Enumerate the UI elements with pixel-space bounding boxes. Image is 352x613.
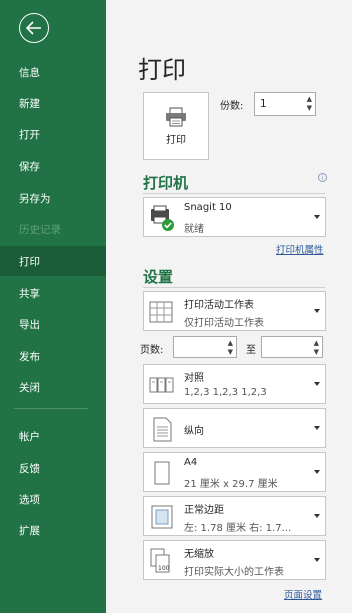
back-button[interactable] — [19, 13, 49, 43]
section-divider — [143, 193, 325, 194]
margins-icon — [151, 505, 173, 529]
chevron-down-icon — [314, 215, 320, 219]
nav-feedback[interactable]: 反馈 — [0, 453, 106, 483]
spin-up-icon[interactable]: ▲ — [314, 339, 319, 348]
paper-size-dropdown[interactable]: A4 21 厘米 x 29.7 厘米 — [143, 452, 326, 492]
margins-title: 正常边距 — [184, 505, 224, 516]
pages-to-input[interactable]: ▲ ▼ — [261, 336, 323, 358]
arrow-left-icon — [26, 21, 41, 35]
margins-sub: 左: 1.78 厘米 右: 1.7... — [184, 523, 292, 534]
page-setup-link[interactable]: 页面设置 — [284, 587, 322, 601]
paper-size-icon — [154, 461, 170, 485]
pages-from-input[interactable]: ▲ ▼ — [173, 336, 237, 358]
no-scaling-icon: 100 — [150, 548, 170, 573]
printer-properties-link[interactable]: 打印机属性 — [276, 242, 324, 256]
printer-status: 就绪 — [184, 224, 204, 235]
orientation-dropdown[interactable]: 纵向 — [143, 408, 326, 448]
nav-publish[interactable]: 发布 — [0, 341, 106, 371]
page-title: 打印 — [138, 56, 186, 84]
nav-print[interactable]: 打印 — [0, 246, 106, 276]
collate-sub: 1,2,3 1,2,3 1,2,3 — [184, 387, 267, 398]
print-scope-dropdown[interactable]: 打印活动工作表 仅打印活动工作表 — [143, 291, 326, 331]
to-label: 至 — [246, 345, 256, 356]
nav-divider — [14, 408, 88, 409]
paper-sub: 21 厘米 x 29.7 厘米 — [184, 479, 278, 490]
chevron-down-icon — [314, 514, 320, 518]
nav-account[interactable]: 帐户 — [0, 421, 106, 451]
copies-input[interactable]: 1 ▲ ▼ — [254, 92, 316, 116]
settings-section-title: 设置 — [143, 268, 174, 286]
scaling-sub: 打印实际大小的工作表 — [184, 567, 284, 578]
svg-text:100: 100 — [158, 565, 170, 572]
printer-ready-icon — [151, 205, 174, 231]
collate-title: 对照 — [184, 373, 204, 384]
nav-export[interactable]: 导出 — [0, 309, 106, 339]
nav-share[interactable]: 共享 — [0, 278, 106, 308]
printer-name: Snagit 10 — [184, 202, 232, 213]
chevron-down-icon — [314, 558, 320, 562]
nav-save[interactable]: 保存 — [0, 151, 106, 181]
printer-icon — [166, 107, 186, 126]
orientation-title: 纵向 — [184, 426, 204, 437]
pages-to-spinner[interactable]: ▲ ▼ — [314, 339, 319, 357]
nav-open[interactable]: 打开 — [0, 119, 106, 149]
pages-from-spinner[interactable]: ▲ ▼ — [228, 339, 233, 357]
chevron-down-icon — [314, 470, 320, 474]
chevron-down-icon — [314, 309, 320, 313]
spin-down-icon[interactable]: ▼ — [314, 348, 319, 357]
nav-close[interactable]: 关闭 — [0, 372, 106, 402]
printer-dropdown[interactable]: Snagit 10 就绪 — [143, 197, 326, 237]
section-divider — [143, 287, 325, 288]
nav-extensions[interactable]: 扩展 — [0, 515, 106, 545]
nav-options[interactable]: 选项 — [0, 484, 106, 514]
spin-up-icon[interactable]: ▲ — [228, 339, 233, 348]
nav-info[interactable]: 信息 — [0, 57, 106, 87]
collate-icon — [149, 377, 174, 393]
collate-dropdown[interactable]: 对照 1,2,3 1,2,3 1,2,3 — [143, 364, 326, 404]
nav-save-as[interactable]: 另存为 — [0, 183, 106, 213]
print-button-label: 打印 — [166, 134, 186, 146]
info-icon[interactable]: i — [318, 173, 327, 182]
paper-title: A4 — [184, 457, 198, 468]
margins-dropdown[interactable]: 正常边距 左: 1.78 厘米 右: 1.7... — [143, 496, 326, 536]
spin-down-icon[interactable]: ▼ — [228, 348, 233, 357]
scope-sub: 仅打印活动工作表 — [184, 318, 264, 329]
print-button[interactable]: 打印 — [143, 92, 209, 160]
spin-down-icon[interactable]: ▼ — [307, 104, 312, 113]
portrait-page-icon — [153, 417, 172, 442]
chevron-down-icon — [314, 426, 320, 430]
worksheet-icon — [149, 301, 173, 323]
pages-label: 页数: — [140, 345, 164, 356]
spin-up-icon[interactable]: ▲ — [307, 95, 312, 104]
scope-title: 打印活动工作表 — [184, 300, 254, 311]
copies-label: 份数: — [220, 101, 244, 112]
backstage-sidebar: 信息 新建 打开 保存 另存为 历史记录 打印 共享 导出 发布 关闭 帐户 反… — [0, 0, 106, 613]
scaling-title: 无缩放 — [184, 549, 214, 560]
print-panel: 打印 打印 份数: 1 ▲ ▼ 打印机 i Snagit 10 就绪 打印机属性… — [106, 0, 352, 613]
pages-range: 页数: ▲ ▼ 至 ▲ ▼ — [140, 336, 330, 360]
chevron-down-icon — [314, 382, 320, 386]
copies-value: 1 — [260, 98, 267, 110]
nav-new[interactable]: 新建 — [0, 88, 106, 118]
scaling-dropdown[interactable]: 100 无缩放 打印实际大小的工作表 — [143, 540, 326, 580]
printer-section-title: 打印机 — [143, 174, 189, 192]
nav-history: 历史记录 — [19, 223, 61, 236]
copies-spinner[interactable]: ▲ ▼ — [307, 95, 312, 113]
